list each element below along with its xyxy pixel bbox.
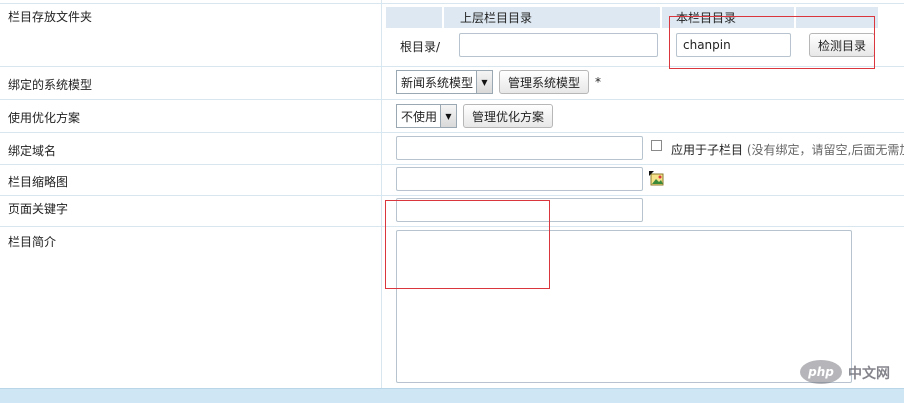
seo-label: 使用优化方案 [8,111,81,125]
thumb-label: 栏目缩略图 [8,175,69,189]
domain-input[interactable] [396,136,643,160]
folder-label: 栏目存放文件夹 [8,10,93,24]
apply-subcategory-label: 应用于子栏目 (没有绑定，请留空,后面无需加 [671,141,904,158]
thumb-input[interactable] [396,167,643,191]
parent-dir-input[interactable] [459,33,658,57]
row-divider [0,99,904,100]
annotation-highlight [385,200,550,289]
keywords-label: 页面关键字 [8,202,69,216]
domain-hint: (没有绑定，请留空,后面无需加 [746,143,904,157]
watermark-text: 中文网 [848,366,890,382]
annotation-highlight [669,16,875,69]
domain-label: 绑定域名 [8,144,57,158]
chevron-down-icon[interactable]: ▼ [476,71,492,93]
model-label: 绑定的系统模型 [8,78,93,92]
bottom-bar [0,388,904,403]
apply-subcategory-checkbox[interactable] [651,140,662,151]
manage-seo-button[interactable]: 管理优化方案 [463,104,553,128]
root-dir-label: 根目录/ [400,40,441,54]
row-divider [0,195,904,196]
intro-label: 栏目简介 [8,235,57,249]
parent-dir-header-label: 上层栏目目录 [460,11,533,25]
model-select[interactable]: 新闻系统模型 ▼ [396,70,493,94]
model-select-value: 新闻系统模型 [401,75,474,90]
seo-select[interactable]: 不使用 ▼ [396,104,457,128]
column-divider [381,0,382,388]
image-picker-icon[interactable] [649,171,664,186]
seo-select-value: 不使用 [401,109,438,124]
row-divider [0,3,904,4]
php-logo: php [800,360,842,384]
manage-model-button[interactable]: 管理系统模型 [499,70,589,94]
parent-dir-header: 上层栏目目录 [444,7,660,28]
folder-header-spacer [386,7,442,28]
row-divider [0,164,904,165]
required-mark: * [595,75,601,89]
apply-subcategory-text: 应用于子栏目 [671,143,744,157]
row-divider [0,132,904,133]
chevron-down-icon[interactable]: ▼ [440,105,456,127]
